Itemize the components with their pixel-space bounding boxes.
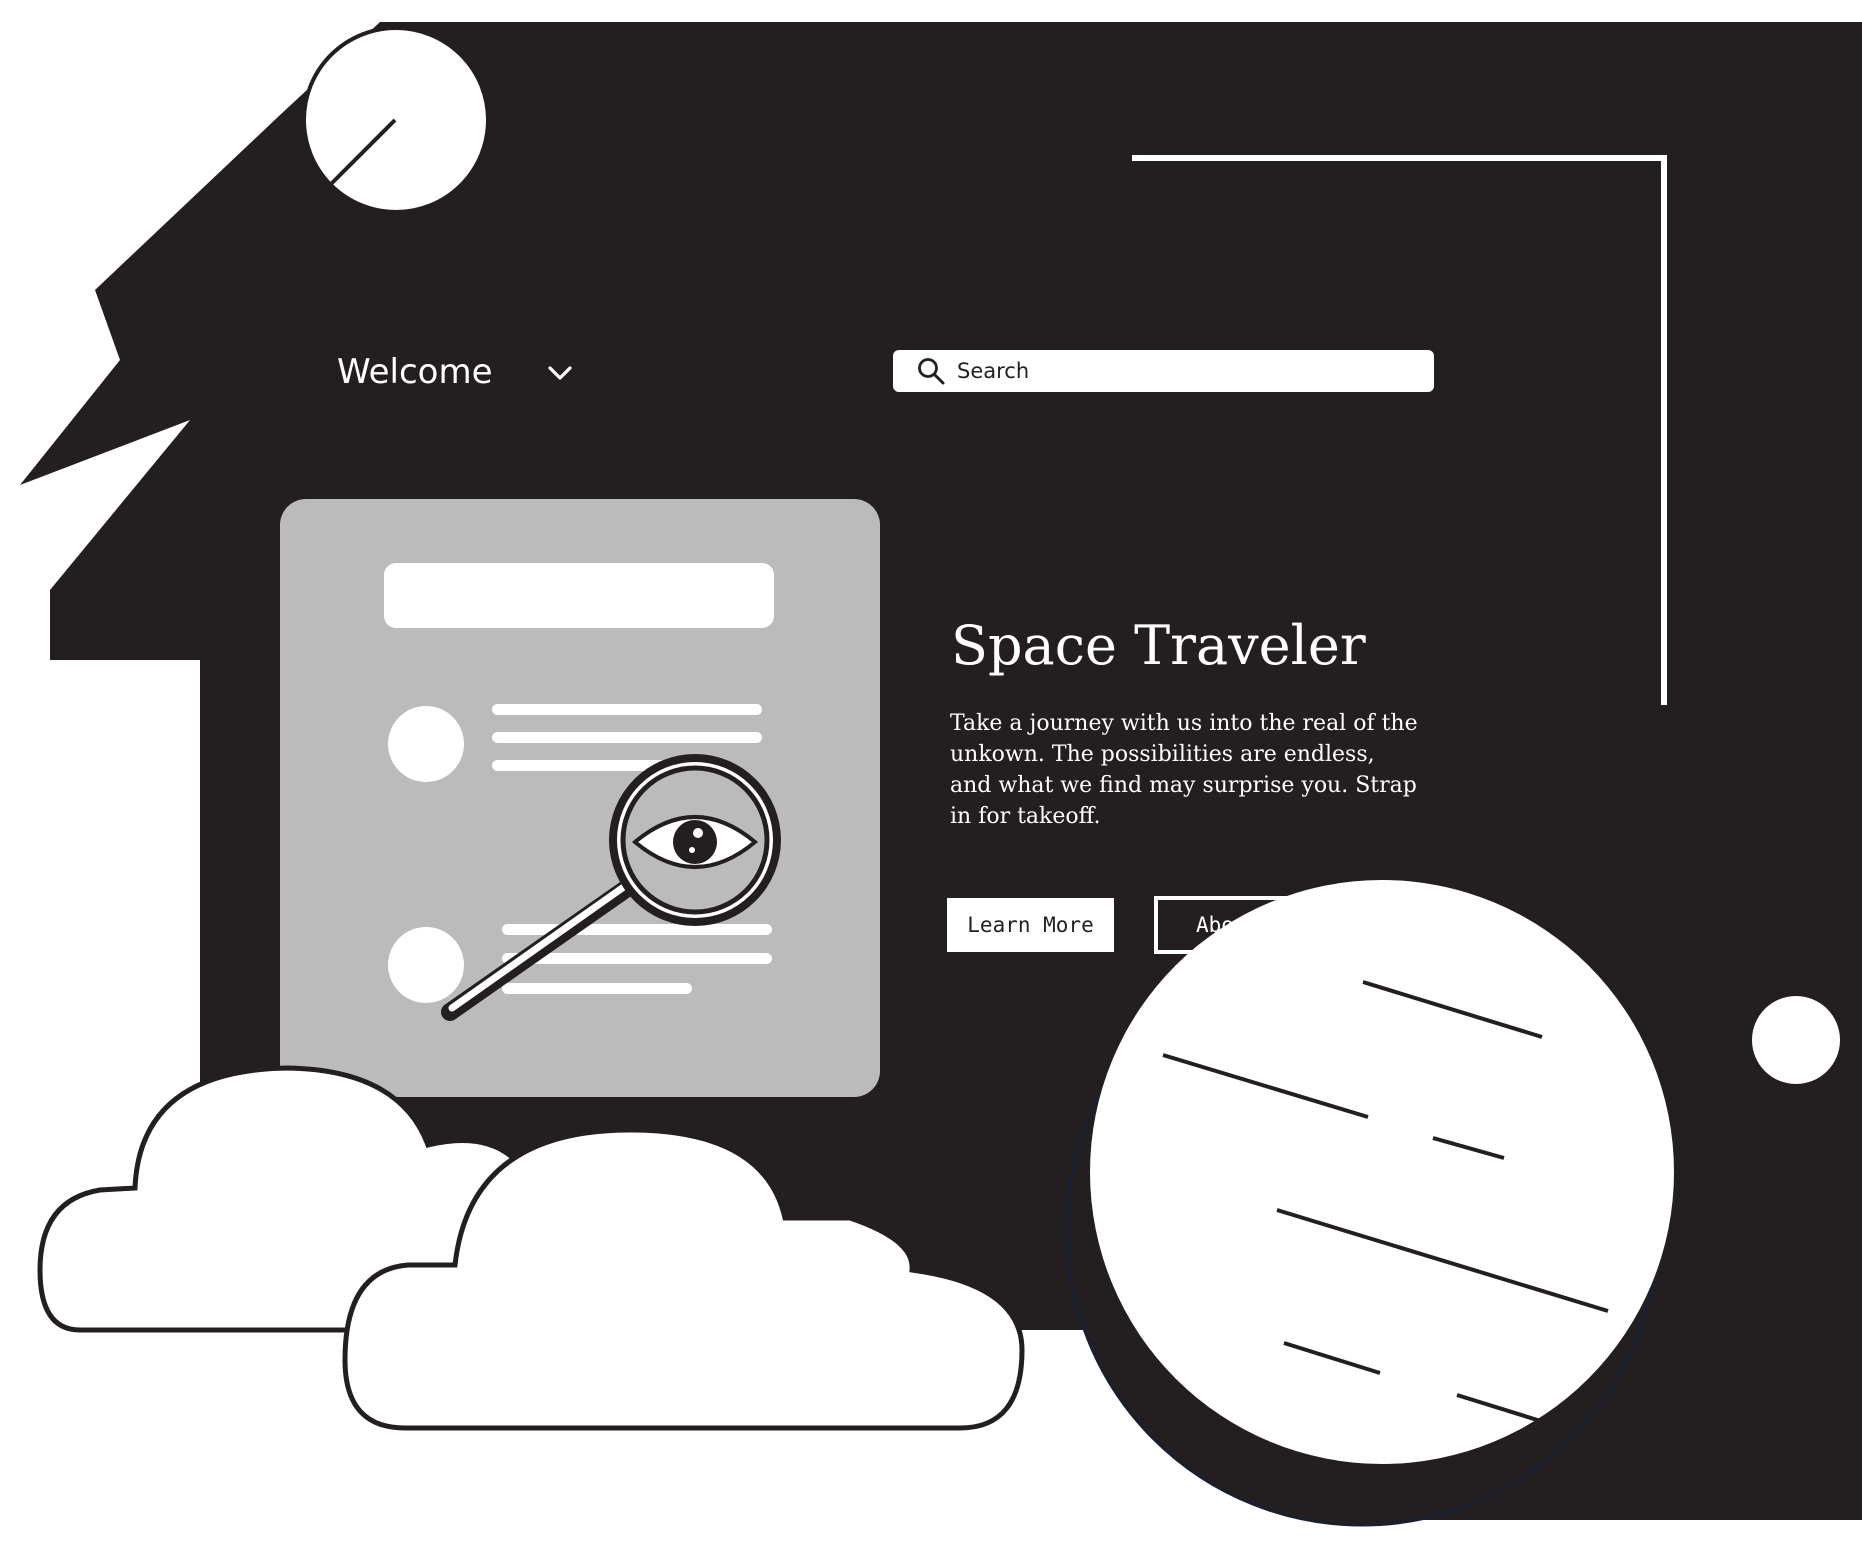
foreground-decor [37,880,1674,1527]
space-traveler-illustration: Welcome Space Traveler Take a journ [0,0,1862,1553]
planet-icon [1090,880,1674,1464]
